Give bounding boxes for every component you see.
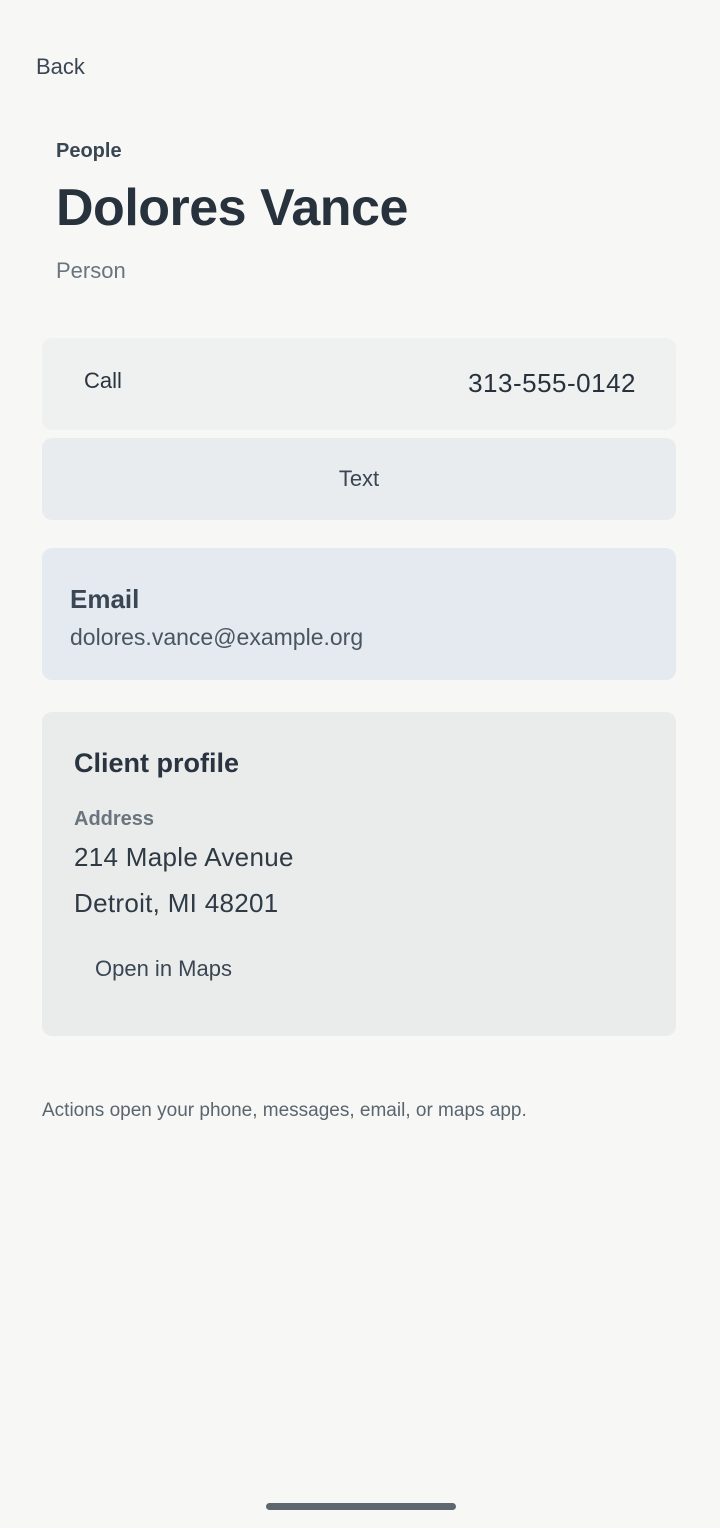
address-label: Address [74,808,155,830]
contact-name: Dolores Vance [56,179,408,237]
phone-number: 313-555-0142 [468,368,636,398]
text-label: Text [338,466,380,491]
address-line-2: Detroit, MI 48201 [74,888,279,918]
address-line-1: 214 Maple Avenue [74,842,294,872]
call-label: Call [84,368,122,393]
home-indicator[interactable] [266,1503,456,1510]
email-title: Email [70,584,140,614]
actions-footnote: Actions open your phone, messages, email… [42,1100,527,1121]
back-button[interactable]: Back [36,54,85,80]
call-button[interactable]: Call 313-555-0142 [42,338,676,430]
email-button[interactable]: Email dolores.vance@example.org [42,548,676,680]
client-profile-card: Client profile Address 214 Maple Avenue … [42,712,676,1036]
contact-kind: Person [56,258,126,283]
email-address: dolores.vance@example.org [70,624,364,650]
section-label: People [56,140,122,162]
profile-title: Client profile [74,748,240,778]
open-in-maps-button[interactable]: Open in Maps [95,956,232,982]
text-button[interactable]: Text [42,438,676,520]
